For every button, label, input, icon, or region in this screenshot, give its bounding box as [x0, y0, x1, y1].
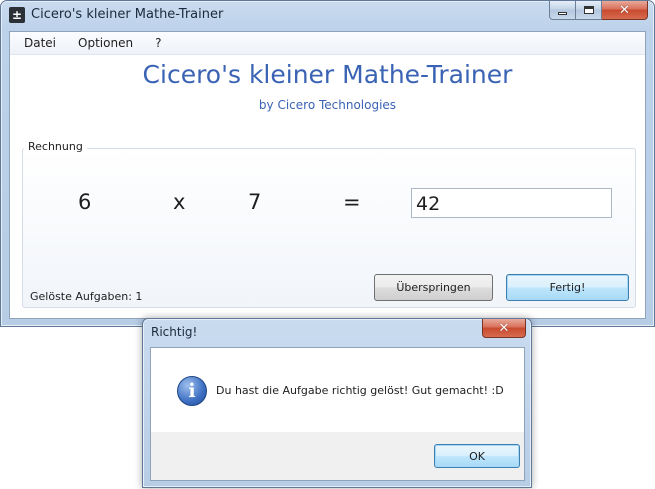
menu-optionen[interactable]: Optionen: [64, 36, 141, 50]
maximize-icon: [583, 6, 594, 14]
caption-buttons: ✕: [549, 1, 648, 21]
menu-datei[interactable]: Datei: [10, 36, 64, 50]
plus-minus-icon: ±: [9, 7, 25, 23]
app-subtitle: by Cicero Technologies: [258, 98, 397, 112]
answer-input[interactable]: 42: [411, 188, 612, 218]
client-area: Datei Optionen ? Cicero's kleiner Mathe-…: [9, 31, 646, 319]
done-button[interactable]: Fertig!: [506, 274, 629, 301]
operator: x: [173, 190, 186, 214]
close-button[interactable]: ✕: [602, 1, 648, 20]
dialog-client-area: i Du hast die Aufgabe richtig gelöst! Gu…: [150, 347, 525, 481]
title-bar[interactable]: ± Cicero's kleiner Mathe-Trainer ✕: [1, 1, 654, 31]
minimize-icon: [558, 11, 567, 15]
solved-count: Gelöste Aufgaben: 1: [30, 290, 143, 303]
main-window: ± Cicero's kleiner Mathe-Trainer ✕ Datei…: [0, 0, 655, 327]
close-icon: ✕: [498, 320, 510, 336]
maximize-button[interactable]: [576, 1, 602, 20]
dialog-message-area: i Du hast die Aufgabe richtig gelöst! Gu…: [151, 348, 524, 432]
close-icon: ✕: [619, 2, 630, 18]
dialog-title: Richtig!: [151, 325, 198, 339]
operand-2: 7: [248, 190, 262, 214]
minimize-button[interactable]: [549, 1, 576, 20]
ok-button[interactable]: OK: [434, 444, 520, 468]
exercise-group-label: Rechnung: [24, 140, 87, 153]
dialog-message: Du hast die Aufgabe richtig gelöst! Gut …: [216, 384, 504, 397]
window-title: Cicero's kleiner Mathe-Trainer: [31, 7, 224, 22]
info-icon: i: [177, 376, 207, 406]
equals-sign: =: [343, 190, 361, 214]
message-dialog: Richtig! ✕ i Du hast die Aufgabe richtig…: [142, 318, 532, 488]
operand-1: 6: [78, 190, 92, 214]
skip-button[interactable]: Überspringen: [374, 274, 493, 301]
dialog-close-button[interactable]: ✕: [482, 319, 526, 338]
menu-bar: Datei Optionen ?: [10, 32, 645, 55]
menu-help[interactable]: ?: [141, 36, 169, 50]
app-headline: Cicero's kleiner Mathe-Trainer: [142, 60, 513, 89]
